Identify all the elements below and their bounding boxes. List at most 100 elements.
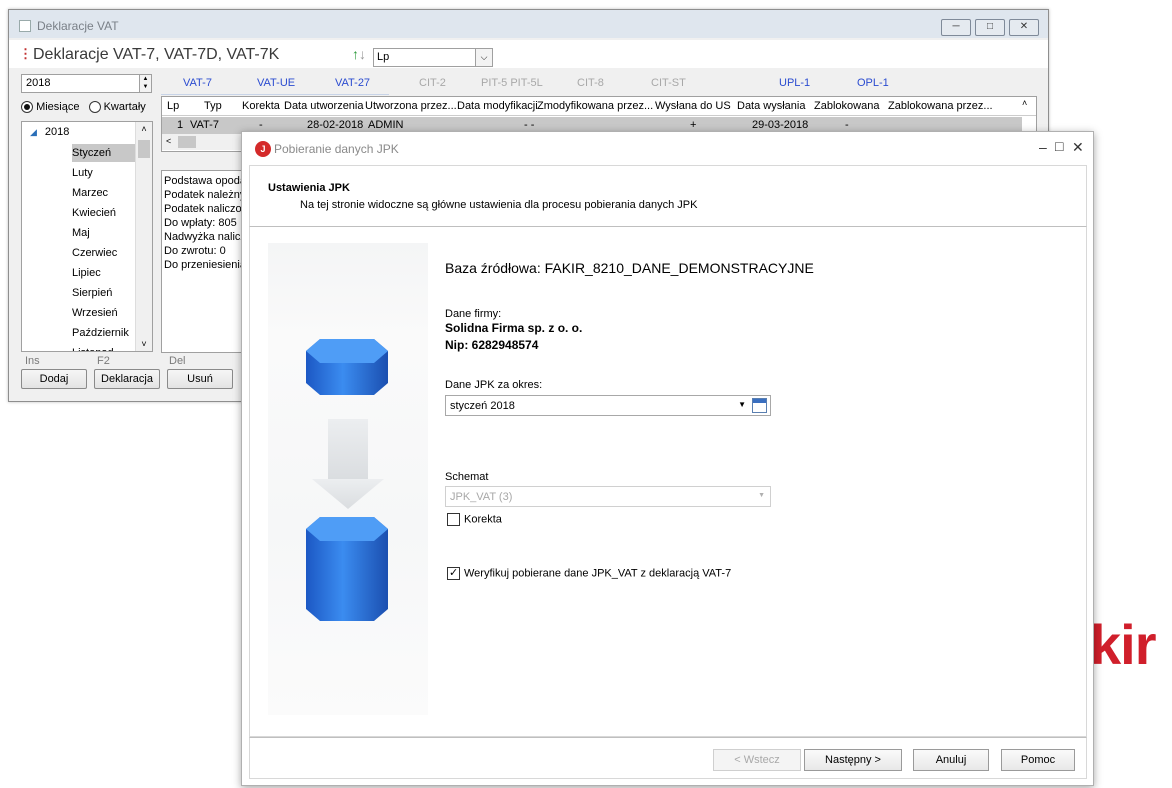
- help-button[interactable]: Pomoc: [1001, 749, 1075, 771]
- period-select[interactable]: styczeń 2018 ▼: [445, 395, 771, 416]
- chevron-down-icon[interactable]: ⌵: [475, 49, 492, 66]
- radio-months-label: Miesiące: [36, 101, 80, 113]
- company-name: Solidna Firma sp. z o. o.: [445, 321, 583, 335]
- database-transfer-illustration: [268, 243, 428, 715]
- checkbox-icon[interactable]: [447, 513, 460, 526]
- calendar-icon[interactable]: [752, 398, 767, 413]
- tree-item-month[interactable]: Marzec: [72, 184, 136, 202]
- minimize-button[interactable]: ─: [941, 19, 971, 36]
- summary-line: Podatek należny:: [164, 189, 249, 201]
- expand-icon[interactable]: ◢: [30, 127, 37, 137]
- column-header[interactable]: Typ: [204, 100, 222, 112]
- summary-line: Podstawa opoda: [164, 175, 246, 187]
- radio-quarters-label: Kwartały: [103, 101, 146, 113]
- radio-quarters[interactable]: Kwartały: [88, 101, 146, 114]
- company-nip: Nip: 6282948574: [445, 338, 539, 352]
- cell-data-utworzenia: 28-02-2018: [307, 119, 364, 131]
- tree-item-month[interactable]: Maj: [72, 224, 136, 242]
- sort-select-value: Lp: [377, 51, 390, 63]
- close-button[interactable]: ✕: [1009, 19, 1039, 36]
- cell-utworzona-przez: ADMIN: [368, 119, 404, 131]
- tree-item-month[interactable]: Listopad: [72, 344, 136, 351]
- tree-item-month[interactable]: Styczeń: [72, 144, 136, 162]
- minimize-icon[interactable]: –: [1039, 139, 1047, 155]
- column-header[interactable]: Zablokowana przez...: [888, 100, 993, 112]
- column-header[interactable]: Utworzona przez...: [365, 100, 457, 112]
- tab-opl-1[interactable]: OPL-1: [857, 77, 889, 89]
- grip-icon: ⋮: [19, 46, 32, 61]
- column-header[interactable]: Zmodyfikowana przez...: [537, 100, 653, 112]
- close-icon[interactable]: ✕: [1072, 139, 1084, 156]
- module-title: Deklaracje VAT-7, VAT-7D, VAT-7K: [33, 46, 280, 63]
- dropdown-arrow-icon[interactable]: ▼: [738, 400, 746, 409]
- summary-line: Do wpłaty: 805: [164, 217, 237, 229]
- add-button[interactable]: Dodaj: [21, 369, 87, 389]
- period-value: styczeń 2018: [450, 400, 515, 412]
- tree-item-month[interactable]: Październik: [72, 324, 136, 342]
- key-hint: Ins: [25, 355, 40, 367]
- summary-line: Podatek naliczon: [164, 203, 248, 215]
- sort-select[interactable]: Lp ⌵: [373, 48, 493, 67]
- checkbox-checked-icon[interactable]: [447, 566, 460, 580]
- tree-item-month[interactable]: Czerwiec: [72, 244, 136, 262]
- spinner-arrows-icon[interactable]: ▲ ▼: [139, 75, 151, 92]
- wizard-step-subtitle: Na tej stronie widoczne są główne ustawi…: [300, 199, 698, 211]
- back-button[interactable]: < Wstecz: [713, 749, 801, 771]
- source-database-label: Baza źródłowa: FAKIR_8210_DANE_DEMONSTRA…: [445, 260, 814, 276]
- sort-direction-icon[interactable]: ↑↓: [352, 46, 366, 62]
- schema-select[interactable]: JPK_VAT (3) ▼: [445, 486, 771, 507]
- period-label: Dane JPK za okres:: [445, 379, 543, 391]
- tree-root-label: 2018: [44, 126, 70, 138]
- tree-item-month[interactable]: Sierpień: [72, 284, 136, 302]
- delete-button[interactable]: Usuń: [167, 369, 233, 389]
- declaration-button[interactable]: Deklaracja: [94, 369, 160, 389]
- key-hint: Del: [169, 355, 186, 367]
- tree-item-month[interactable]: Lipiec: [72, 264, 136, 282]
- period-radio-group: Miesiące Kwartały: [21, 101, 152, 114]
- tree-root[interactable]: ◢ 2018: [30, 126, 69, 138]
- maximize-icon[interactable]: □: [1055, 138, 1063, 154]
- column-header[interactable]: Data wysłania: [737, 100, 805, 112]
- tab-vat-27[interactable]: VAT-27: [335, 77, 370, 89]
- year-value: 2018: [26, 77, 51, 89]
- column-header[interactable]: Data utworzenia: [284, 100, 364, 112]
- correction-checkbox[interactable]: Korekta: [447, 513, 502, 526]
- tab-vat-7[interactable]: VAT-7: [183, 77, 212, 89]
- radio-months[interactable]: Miesiące: [21, 101, 80, 114]
- maximize-button[interactable]: □: [975, 19, 1005, 36]
- next-button[interactable]: Następny >: [804, 749, 902, 771]
- dropdown-arrow-icon[interactable]: ▼: [758, 492, 765, 499]
- module-header: ⋮ Deklaracje VAT-7, VAT-7D, VAT-7K ↑↓ Lp…: [9, 40, 1048, 68]
- tree-scrollbar[interactable]: ˄ ˅: [135, 122, 152, 351]
- cell-data-wyslania: 29-03-2018: [752, 119, 809, 131]
- column-header[interactable]: Data modyfikacji: [457, 100, 538, 112]
- wizard-body: Baza źródłowa: FAKIR_8210_DANE_DEMONSTRA…: [249, 227, 1087, 737]
- tab-cit-8[interactable]: CIT-8: [577, 77, 604, 89]
- verify-label: Weryfikuj pobierane dane JPK_VAT z dekla…: [464, 567, 732, 580]
- schema-label: Schemat: [445, 471, 489, 483]
- cancel-button[interactable]: Anuluj: [913, 749, 989, 771]
- column-header[interactable]: Zablokowana: [814, 100, 879, 112]
- table-header: Lp Typ Korekta Data utworzenia Utworzona…: [162, 97, 1036, 116]
- scroll-up-icon[interactable]: ˄: [1022, 98, 1027, 108]
- tab-underline: [161, 94, 389, 95]
- tab-cit-st[interactable]: CIT-ST: [651, 77, 686, 89]
- tab-vat-ue[interactable]: VAT-UE: [257, 77, 295, 89]
- table-hscrollbar[interactable]: <: [162, 134, 242, 150]
- tree-item-month[interactable]: Wrzesień: [72, 304, 136, 322]
- summary-line: Do przeniesienia:: [164, 259, 249, 271]
- column-header[interactable]: Korekta: [242, 100, 280, 112]
- correction-label: Korekta: [464, 513, 502, 526]
- tree-item-month[interactable]: Kwiecień: [72, 204, 136, 222]
- tab-cit-2[interactable]: CIT-2: [419, 77, 446, 89]
- year-spinner[interactable]: 2018 ▲ ▼: [21, 74, 152, 93]
- column-header[interactable]: Lp: [167, 100, 179, 112]
- tab-pit-5[interactable]: PIT-5 PIT-5L: [481, 77, 543, 89]
- tab-upl-1[interactable]: UPL-1: [779, 77, 810, 89]
- column-header[interactable]: Wysłana do US: [655, 100, 731, 112]
- wizard-footer: < Wstecz Następny > Anuluj Pomoc: [249, 737, 1087, 779]
- down-arrow-icon: [312, 419, 384, 509]
- cell-data-modyfikacji: - -: [524, 119, 535, 131]
- verify-checkbox[interactable]: Weryfikuj pobierane dane JPK_VAT z dekla…: [447, 566, 732, 580]
- tree-item-month[interactable]: Luty: [72, 164, 136, 182]
